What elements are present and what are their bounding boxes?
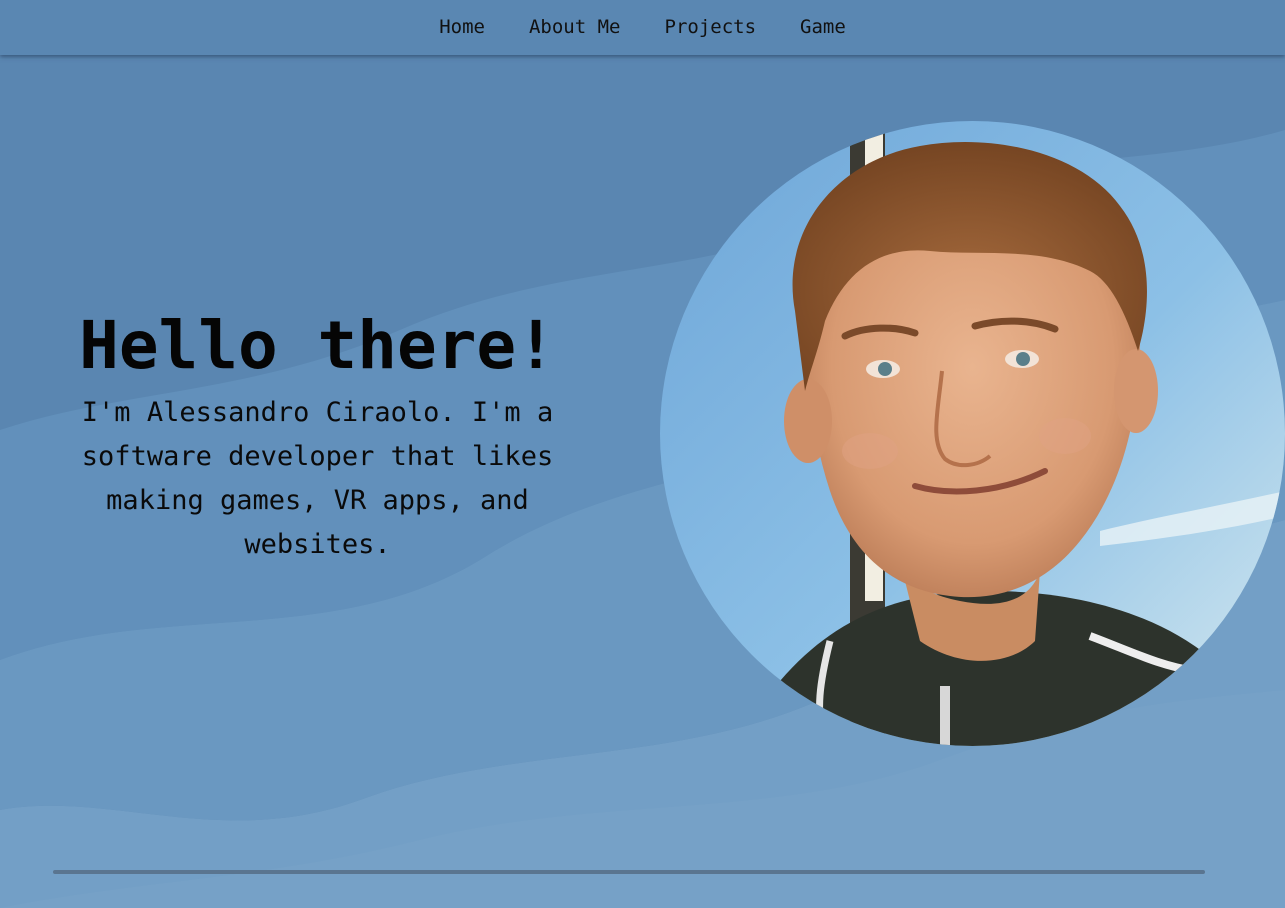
hero-intro: Hello there! I'm Alessandro Ciraolo. I'm… xyxy=(40,305,595,567)
nav-link-about-me[interactable]: About Me xyxy=(507,0,643,55)
top-navbar: Home About Me Projects Game xyxy=(0,0,1285,55)
nav-link-game[interactable]: Game xyxy=(778,0,868,55)
hero-subtitle: I'm Alessandro Ciraolo. I'm a software d… xyxy=(81,397,554,560)
hero-title: Hello there! xyxy=(79,307,556,384)
main-nav: Home About Me Projects Game xyxy=(0,0,1285,55)
section-divider xyxy=(53,870,1205,874)
profile-photo xyxy=(660,121,1285,746)
profile-photo-illustration xyxy=(660,121,1285,746)
nav-link-home[interactable]: Home xyxy=(417,0,507,55)
nav-link-projects[interactable]: Projects xyxy=(643,0,779,55)
